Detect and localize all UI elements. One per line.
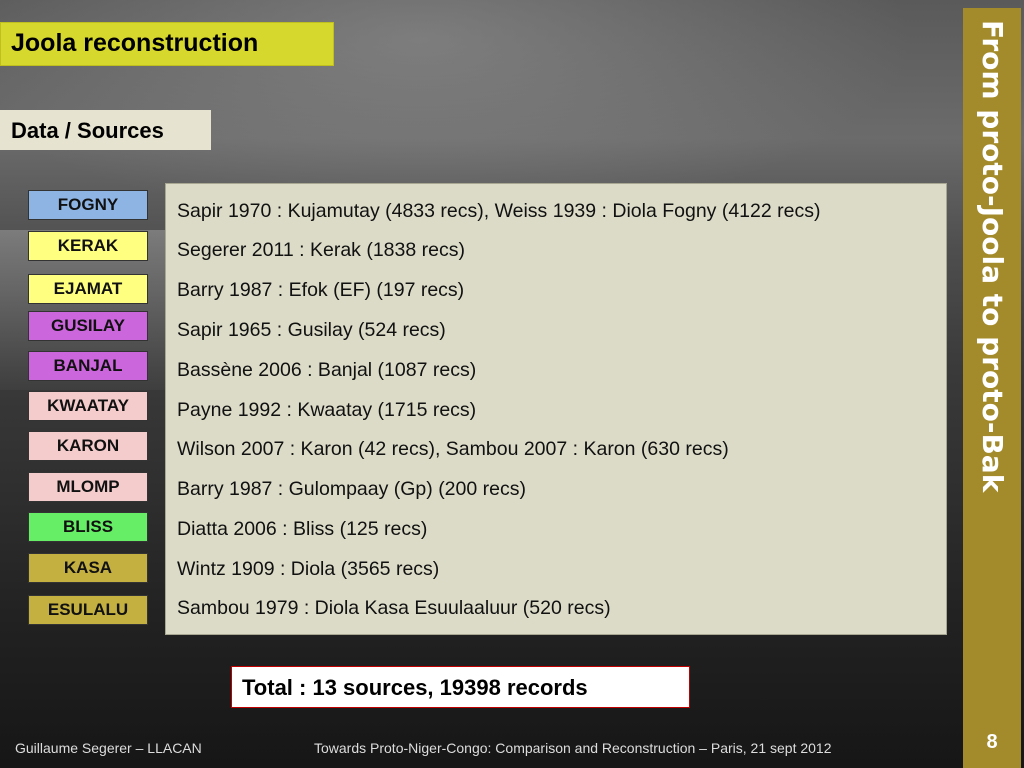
source-line: Barry 1987 : Gulompaay (Gp) (200 recs) bbox=[177, 478, 526, 500]
source-line: Sambou 1979 : Diola Kasa Esuulaaluur (52… bbox=[177, 597, 611, 619]
source-line: Wintz 1909 : Diola (3565 recs) bbox=[177, 558, 440, 580]
language-label-gusilay: GUSILAY bbox=[28, 311, 148, 341]
source-line: Sapir 1965 : Gusilay (524 recs) bbox=[177, 319, 446, 341]
footer-event: Towards Proto-Niger-Congo: Comparison an… bbox=[314, 740, 832, 756]
source-line: Barry 1987 : Efok (EF) (197 recs) bbox=[177, 279, 465, 301]
language-label-banjal: BANJAL bbox=[28, 351, 148, 381]
language-label-kerak: KERAK bbox=[28, 231, 148, 261]
source-line: Sapir 1970 : Kujamutay (4833 recs), Weis… bbox=[177, 200, 821, 222]
source-line: Wilson 2007 : Karon (42 recs), Sambou 20… bbox=[177, 438, 729, 460]
page-number: 8 bbox=[986, 731, 998, 753]
language-label-ejamat: EJAMAT bbox=[28, 274, 148, 304]
source-line: Segerer 2011 : Kerak (1838 recs) bbox=[177, 239, 465, 261]
source-line: Payne 1992 : Kwaatay (1715 recs) bbox=[177, 399, 477, 421]
source-line: Bassène 2006 : Banjal (1087 recs) bbox=[177, 359, 477, 381]
language-label-kwaatay: KWAATAY bbox=[28, 391, 148, 421]
slide-subtitle: Data / Sources bbox=[0, 110, 211, 150]
language-label-mlomp: MLOMP bbox=[28, 472, 148, 502]
language-label-esulalu: ESULALU bbox=[28, 595, 148, 625]
language-label-karon: KARON bbox=[28, 431, 148, 461]
side-title: From proto-Joola to proto-Bak bbox=[976, 20, 1009, 493]
slide-title: Joola reconstruction bbox=[0, 22, 334, 66]
language-label-bliss: BLISS bbox=[28, 512, 148, 542]
source-line: Diatta 2006 : Bliss (125 recs) bbox=[177, 518, 428, 540]
language-label-fogny: FOGNY bbox=[28, 190, 148, 220]
sources-panel: Sapir 1970 : Kujamutay (4833 recs), Weis… bbox=[165, 183, 947, 635]
total-summary: Total : 13 sources, 19398 records bbox=[231, 666, 690, 708]
language-label-kasa: KASA bbox=[28, 553, 148, 583]
footer-author: Guillaume Segerer – LLACAN bbox=[15, 740, 202, 756]
